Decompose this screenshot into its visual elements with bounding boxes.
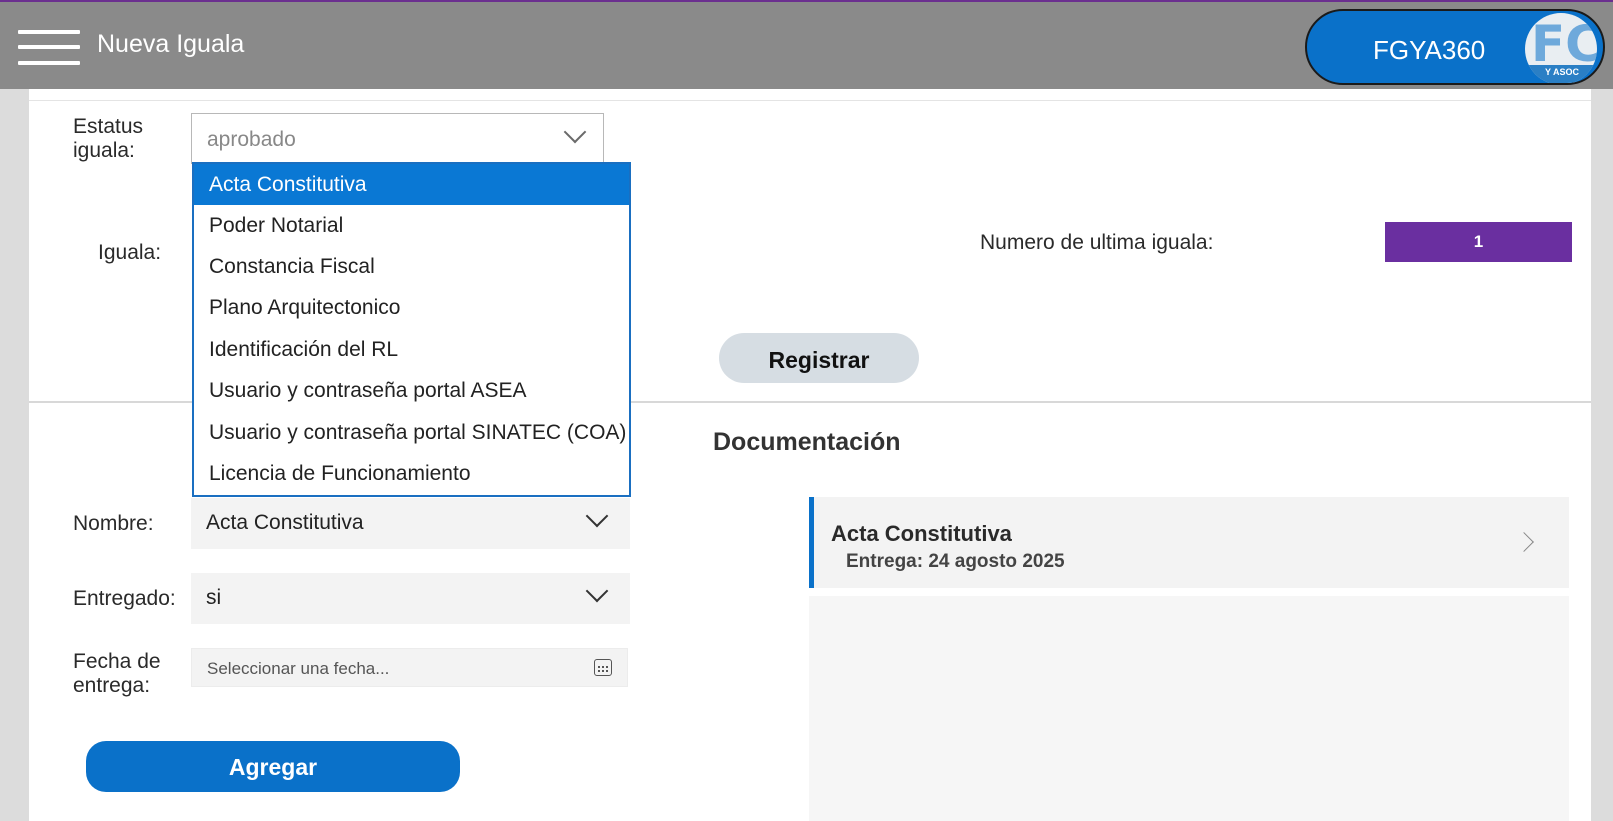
dropdown-option[interactable]: Licencia de Funcionamiento [194,453,629,494]
dropdown-option[interactable]: Plano Arquitectonico [194,287,629,328]
fecha-entrega-label: Fecha de entrega: [73,650,161,697]
chevron-down-icon [563,120,587,144]
documentation-list-area [809,596,1569,821]
entregado-label: Entregado: [73,587,176,610]
document-title: Acta Constitutiva [831,521,1012,546]
entregado-select[interactable]: si [191,573,630,624]
page-title: Nueva Iguala [97,30,245,58]
estatus-iguala-select[interactable]: aprobado [191,113,604,164]
fecha-entrega-datepicker[interactable]: Seleccionar una fecha... [191,648,628,687]
ultima-iguala-label: Numero de ultima iguala: [980,231,1214,254]
chevron-down-icon [585,504,609,528]
estatus-iguala-value: aprobado [207,128,296,151]
logo-text: Y ASOC [1545,67,1580,77]
user-profile-button[interactable]: FGYA360 FC Y ASOC [1305,9,1605,85]
iguala-label: Iguala: [98,241,162,264]
estatus-iguala-label: Estatus iguala: [73,115,144,162]
chevron-right-icon [1514,532,1534,552]
registrar-button[interactable]: Registrar [719,333,919,383]
nombre-label: Nombre: [73,512,154,535]
chevron-down-icon [585,579,609,603]
dropdown-option[interactable]: Identificación del RL [194,329,629,370]
company-logo-avatar: FC Y ASOC [1525,13,1597,83]
fecha-entrega-placeholder: Seleccionar una fecha... [207,659,390,678]
nombre-select[interactable]: Acta Constitutiva [191,498,630,549]
entregado-value: si [206,586,222,609]
document-type-dropdown-list[interactable]: Acta Constitutiva Poder Notarial Constan… [192,162,631,497]
hamburger-menu-icon[interactable] [18,30,80,66]
document-delivery-date: Entrega: 24 agosto 2025 [846,551,1065,572]
documentacion-heading: Documentación [713,428,901,456]
calendar-icon[interactable] [594,659,612,676]
ultima-iguala-value: 1 [1385,222,1572,262]
agregar-button[interactable]: Agregar [86,741,460,792]
top-bar: Nueva Iguala FGYA360 FC Y ASOC [0,0,1613,89]
nombre-value: Acta Constitutiva [206,511,364,534]
panel-top-divider [29,100,1591,101]
user-name: FGYA360 [1373,35,1486,65]
dropdown-option[interactable]: Usuario y contraseña portal ASEA [194,370,629,411]
dropdown-option[interactable]: Acta Constitutiva [194,164,629,205]
dropdown-option[interactable]: Usuario y contraseña portal SINATEC (COA… [194,412,629,453]
dropdown-option[interactable]: Poder Notarial [194,205,629,246]
dropdown-option[interactable]: Constancia Fiscal [194,246,629,287]
documentation-list-item[interactable]: Acta Constitutiva Entrega: 24 agosto 202… [809,497,1569,588]
